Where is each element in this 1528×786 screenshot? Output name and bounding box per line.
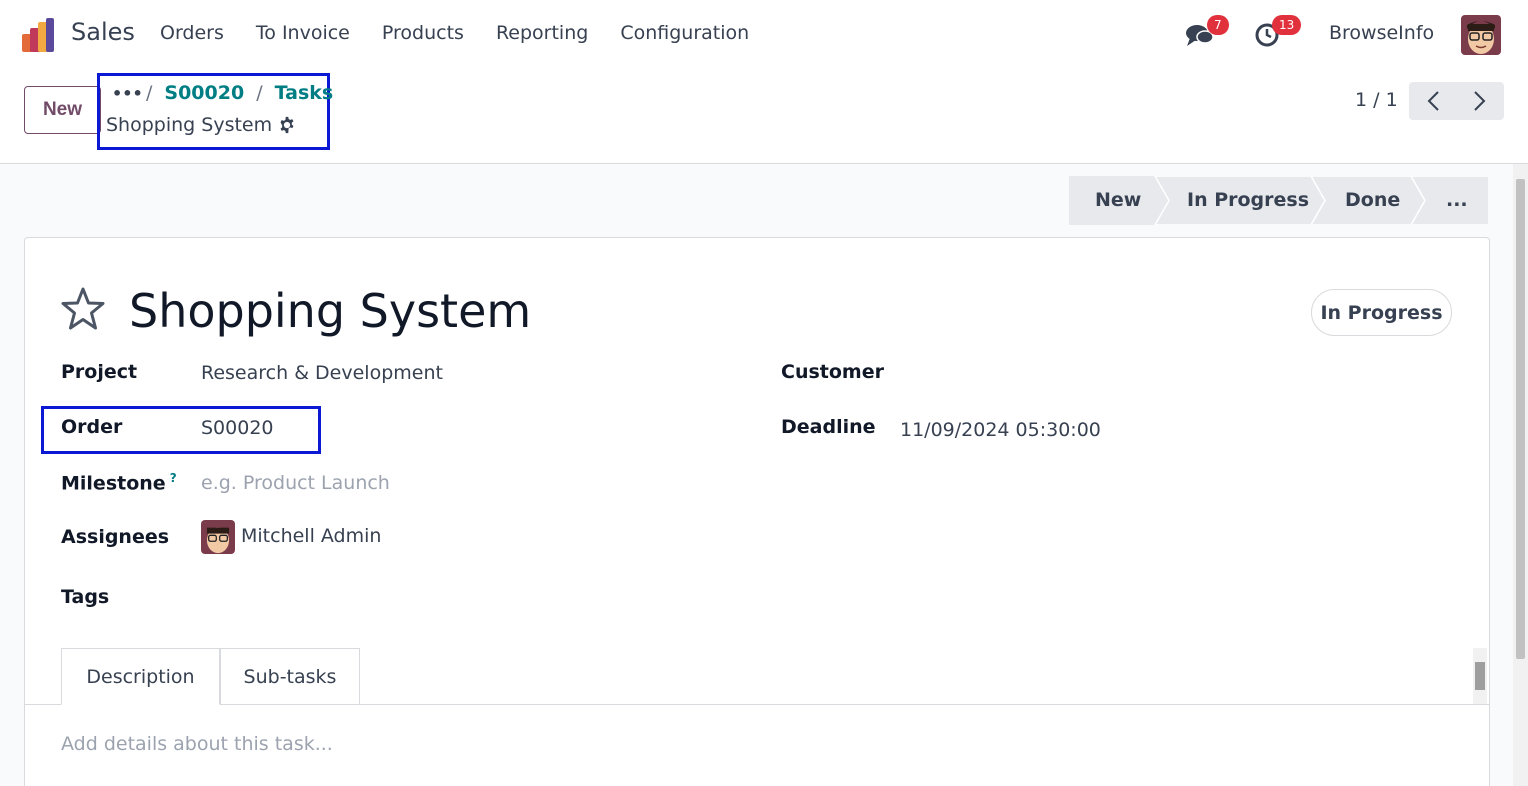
stage-in-progress[interactable]: In Progress — [1187, 189, 1309, 211]
customer-label: Customer — [781, 361, 884, 383]
pager-next-button[interactable] — [1456, 82, 1503, 120]
assignees-field[interactable]: Mitchell Admin — [241, 525, 381, 547]
menu-orders[interactable]: Orders — [160, 22, 224, 44]
pager-previous-button[interactable] — [1409, 82, 1456, 120]
gear-icon[interactable] — [278, 116, 296, 134]
company-switcher[interactable]: BrowseInfo — [1329, 22, 1434, 44]
description-editor[interactable]: Add details about this task... — [61, 733, 333, 755]
tags-label: Tags — [61, 586, 110, 608]
project-field[interactable]: Research & Development — [201, 362, 443, 384]
top-navbar: Sales Orders To Invoice Products Reporti… — [0, 0, 1528, 70]
tab-sub-tasks[interactable]: Sub-tasks — [220, 648, 360, 705]
messages-badge: 7 — [1207, 15, 1229, 35]
app-name[interactable]: Sales — [71, 18, 135, 46]
star-icon[interactable] — [60, 286, 106, 332]
breadcrumb-current: Shopping System — [106, 114, 296, 136]
breadcrumb-dots[interactable]: ••• — [112, 84, 143, 103]
tab-divider — [25, 704, 1489, 705]
order-field[interactable]: S00020 — [201, 417, 274, 439]
task-title[interactable]: Shopping System — [129, 284, 531, 338]
breadcrumb-separator: / — [256, 82, 263, 104]
breadcrumb-separator: / — [146, 82, 153, 104]
menu-reporting[interactable]: Reporting — [496, 22, 588, 44]
menu-configuration[interactable]: Configuration — [620, 22, 749, 44]
deadline-field[interactable]: 11/09/2024 05:30:00 — [900, 419, 1101, 441]
milestone-field[interactable]: e.g. Product Launch — [201, 472, 390, 494]
menu-products[interactable]: Products — [382, 22, 464, 44]
breadcrumb-current-label: Shopping System — [106, 114, 273, 136]
page-scrollbar[interactable] — [1513, 164, 1528, 786]
assignees-label: Assignees — [61, 526, 170, 548]
breadcrumb-order-link[interactable]: S00020 — [164, 82, 244, 104]
deadline-label: Deadline — [781, 416, 876, 438]
odoo-sales-logo-icon[interactable] — [22, 18, 58, 52]
tab-description[interactable]: Description — [61, 648, 220, 705]
stage-done[interactable]: Done — [1345, 189, 1400, 211]
assignee-avatar — [201, 520, 235, 554]
project-label: Project — [61, 361, 138, 383]
pager-buttons — [1409, 82, 1504, 120]
pager-value[interactable]: 1 / 1 — [1355, 89, 1398, 111]
task-state-button[interactable]: In Progress — [1311, 289, 1452, 336]
breadcrumb-tasks-link[interactable]: Tasks — [275, 82, 334, 104]
activities-badge: 13 — [1272, 15, 1302, 35]
page-scroll-thumb[interactable] — [1516, 179, 1525, 659]
order-label: Order — [61, 416, 123, 438]
breadcrumb: ••• / S00020 / Tasks — [112, 82, 333, 104]
stage-new[interactable]: New — [1095, 189, 1141, 211]
help-icon[interactable]: ? — [170, 471, 177, 485]
milestone-label-text: Milestone — [61, 472, 166, 495]
main-menu: Orders To Invoice Products Reporting Con… — [160, 22, 781, 44]
chevron-left-icon — [1427, 91, 1439, 111]
inner-scrollbar[interactable] — [1473, 648, 1487, 704]
menu-to-invoice[interactable]: To Invoice — [256, 22, 350, 44]
chevron-right-icon — [1473, 91, 1485, 111]
stage-more[interactable]: ... — [1446, 189, 1468, 211]
new-button[interactable]: New — [24, 86, 101, 134]
inner-scroll-thumb[interactable] — [1475, 662, 1485, 690]
milestone-label: Milestone? — [61, 471, 177, 494]
user-avatar[interactable] — [1461, 15, 1501, 55]
